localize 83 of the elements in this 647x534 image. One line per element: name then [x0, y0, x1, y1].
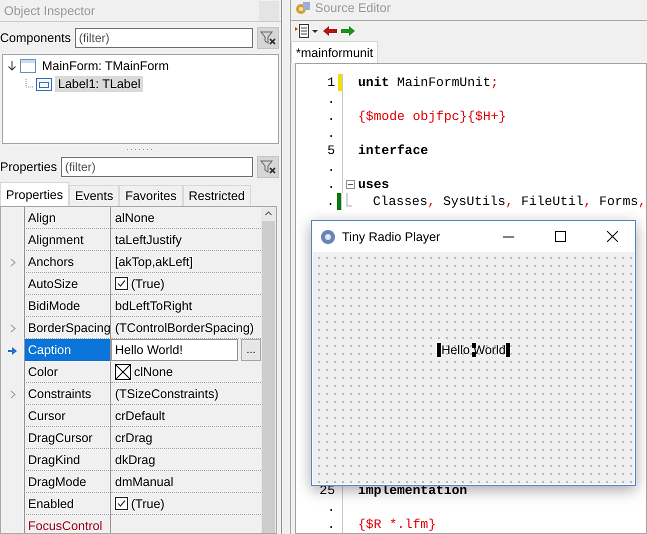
property-name[interactable]: Constraints: [24, 383, 111, 405]
color-swatch-icon: [115, 364, 131, 380]
property-value: (TControlBorderSpacing): [115, 320, 254, 334]
property-value: (True): [131, 496, 165, 510]
code-line: interface: [357, 143, 428, 158]
property-name[interactable]: DragCursor: [24, 427, 111, 449]
expand-arrow-icon[interactable]: [7, 60, 17, 72]
close-button[interactable]: [589, 221, 635, 252]
property-value: crDrag: [115, 430, 153, 444]
property-value: alNone: [115, 210, 155, 224]
form-icon: [20, 59, 36, 73]
minimize-icon: [502, 236, 514, 238]
tab[interactable]: Favorites: [119, 185, 183, 206]
property-name[interactable]: Caption: [24, 339, 111, 362]
tab[interactable]: Events: [68, 185, 120, 206]
code-line: implementation: [357, 483, 468, 498]
close-icon: [606, 231, 618, 242]
panel-title: Source Editor: [315, 1, 391, 16]
clear-filter-button[interactable]: [257, 27, 279, 49]
forward-arrow-icon[interactable]: [341, 24, 355, 37]
property-value: dkDrag: [115, 452, 156, 466]
property-name[interactable]: FocusControl: [24, 515, 111, 533]
caption-field[interactable]: Hello World!: [111, 339, 238, 361]
property-name[interactable]: AutoSize: [24, 273, 111, 295]
tree-item[interactable]: MainForm: TMainForm: [39, 58, 172, 74]
line-number: 1: [326, 75, 336, 90]
property-name[interactable]: BorderSpacing: [24, 317, 111, 339]
property-value: crDefault: [115, 408, 166, 422]
property-name[interactable]: DragKind: [24, 449, 111, 471]
property-name[interactable]: Align: [24, 207, 111, 229]
label-icon: [36, 78, 52, 90]
editor-icon: [295, 0, 311, 16]
property-value: bdLeftToRight: [115, 298, 192, 312]
code-line: {$R *.lfm}: [357, 517, 436, 532]
filter-field[interactable]: (filter): [60, 157, 253, 177]
property-value: dmManual: [115, 474, 174, 488]
property-value: taLeftJustify: [115, 232, 182, 246]
property-name[interactable]: Alignment: [24, 229, 111, 251]
code-line: uses: [357, 177, 390, 192]
maximize-icon: [554, 231, 566, 242]
line-number: .: [326, 177, 336, 192]
app-icon: [320, 228, 336, 244]
property-value: clNone: [134, 364, 173, 378]
window-title: Tiny Radio Player: [342, 230, 442, 244]
line-number: .: [326, 517, 336, 532]
line-number: 5: [326, 143, 336, 158]
tab[interactable]: Properties: [0, 182, 69, 206]
filter-field[interactable]: (filter): [74, 28, 253, 48]
line-number: .: [326, 500, 336, 515]
tree-line: [25, 79, 33, 89]
checkbox[interactable]: [115, 277, 128, 290]
property-name[interactable]: BidiMode: [24, 295, 111, 317]
property-name[interactable]: Enabled: [24, 493, 111, 515]
property-name[interactable]: Anchors: [24, 251, 111, 273]
property-name[interactable]: Cursor: [24, 405, 111, 427]
clear-filter-icon: [260, 31, 276, 45]
tab[interactable]: Restricted: [182, 185, 251, 206]
clear-filter-icon: [260, 160, 276, 174]
ellipsis-button[interactable]: ...: [241, 339, 261, 361]
line-number: .: [326, 109, 336, 124]
label-control[interactable]: Hello World: [439, 343, 508, 357]
line-number: .: [326, 92, 336, 107]
back-arrow-icon[interactable]: [323, 24, 337, 37]
code-line: Classes, SysUtils, FileUtil, Forms,: [372, 194, 646, 209]
fold-icon[interactable]: [346, 180, 354, 189]
clear-filter-button[interactable]: [257, 156, 279, 178]
tree-item[interactable]: Label1: TLabel: [55, 76, 144, 92]
properties-label: Properties: [0, 160, 57, 174]
property-name[interactable]: DragMode: [24, 471, 111, 493]
property-value: (TSizeConstraints): [115, 386, 218, 400]
file-tab[interactable]: *mainformunit: [291, 41, 378, 63]
checkbox[interactable]: [115, 497, 128, 510]
list-dropdown-icon[interactable]: [295, 22, 319, 39]
panel-title: Object Inspector: [4, 4, 96, 18]
property-value: [akTop,akLeft]: [115, 254, 193, 268]
components-label: Components: [0, 31, 71, 45]
property-value: (True): [131, 276, 165, 290]
property-name[interactable]: Color: [24, 361, 111, 383]
code-line: unit MainFormUnit;: [357, 75, 498, 90]
line-number: .: [326, 160, 336, 175]
line-number: .: [326, 126, 336, 141]
code-line: {$mode objfpc}{$H+}: [357, 109, 506, 124]
line-number: .: [326, 194, 336, 209]
